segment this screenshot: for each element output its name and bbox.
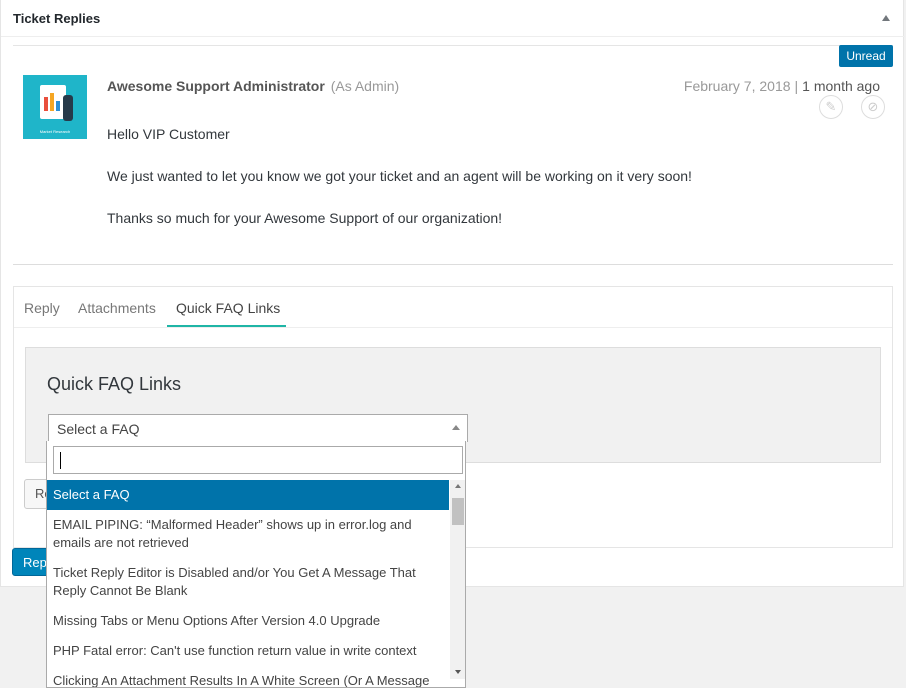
dropdown-scrollbar[interactable] — [450, 480, 465, 679]
faq-heading: Quick FAQ Links — [47, 374, 182, 394]
tab-reply[interactable]: Reply — [24, 300, 60, 316]
delete-icon[interactable]: ⊘ — [861, 95, 885, 119]
unread-badge: Unread — [839, 45, 893, 67]
avatar-bar-shape — [44, 97, 48, 111]
reply-author: Awesome Support Administrator (As Admin) — [107, 78, 399, 94]
meta-separator: | — [794, 78, 799, 94]
panel-header[interactable]: Ticket Replies — [1, 0, 905, 37]
reply-date: February 7, 2018 — [683, 78, 791, 94]
faq-option[interactable]: Select a FAQ — [47, 480, 449, 510]
edit-pencil-icon[interactable]: ✎ — [819, 95, 843, 119]
collapse-arrow-icon[interactable] — [882, 15, 890, 21]
avatar: Market Research — [23, 75, 87, 139]
faq-option[interactable]: Ticket Reply Editor is Disabled and/or Y… — [47, 558, 449, 606]
reply-meta: February 7, 2018 | 1 month ago — [684, 78, 880, 94]
tab-bar: Reply Attachments Quick FAQ Links — [14, 287, 892, 328]
faq-option[interactable]: Clicking An Attachment Results In A Whit… — [47, 666, 449, 687]
faq-option[interactable]: PHP Fatal error: Can't use function retu… — [47, 636, 449, 666]
tab-attachments[interactable]: Attachments — [78, 300, 156, 316]
avatar-caption: Market Research — [39, 129, 71, 134]
active-tab-indicator — [167, 325, 286, 327]
faq-select-value: Select a FAQ — [57, 421, 140, 437]
chevron-up-icon — [452, 425, 460, 430]
panel-title: Ticket Replies — [13, 11, 101, 26]
avatar-microscope-shape — [63, 95, 73, 121]
faq-search-input[interactable] — [53, 446, 463, 474]
scroll-up-arrow-icon[interactable] — [455, 484, 461, 488]
message-line: We just wanted to let you know we got yo… — [107, 168, 692, 184]
tab-quick-faq-links[interactable]: Quick FAQ Links — [176, 300, 280, 316]
author-role: (As Admin) — [330, 78, 400, 94]
scroll-down-arrow-icon[interactable] — [455, 670, 461, 674]
message-line: Thanks so much for your Awesome Support … — [107, 210, 503, 226]
scroll-thumb[interactable] — [452, 498, 464, 525]
reply-relative-time: 1 month ago — [802, 78, 880, 94]
avatar-bar-shape — [50, 93, 54, 111]
faq-option[interactable]: Missing Tabs or Menu Options After Versi… — [47, 606, 449, 636]
message-line: Hello VIP Customer — [107, 126, 230, 142]
divider — [13, 264, 893, 265]
author-name: Awesome Support Administrator — [107, 78, 325, 94]
text-cursor — [60, 452, 61, 469]
faq-results-list: Select a FAQ EMAIL PIPING: “Malformed He… — [47, 480, 449, 687]
faq-option[interactable]: EMAIL PIPING: “Malformed Header” shows u… — [47, 510, 449, 558]
faq-select[interactable]: Select a FAQ — [48, 414, 468, 442]
faq-dropdown: Select a FAQ EMAIL PIPING: “Malformed He… — [46, 441, 466, 688]
divider — [13, 45, 893, 46]
avatar-bar-shape — [56, 101, 60, 111]
